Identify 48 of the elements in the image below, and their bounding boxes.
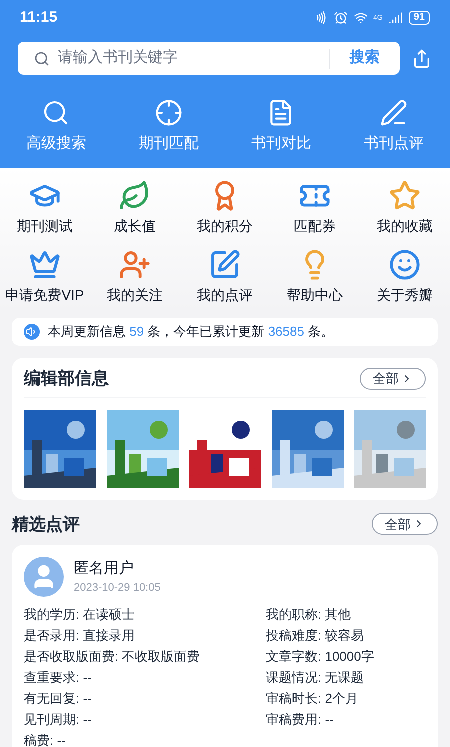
edit-icon xyxy=(209,248,241,280)
user-name: 匿名用户 xyxy=(74,558,135,578)
menu-item[interactable]: 我的点评 xyxy=(180,248,270,306)
share-icon[interactable] xyxy=(412,48,432,68)
review-field: 我的职称: 其他 xyxy=(266,605,426,624)
review-field: 是否收取版面费: 不收取版面费 xyxy=(24,647,266,666)
pencil-icon xyxy=(380,99,408,127)
star-icon xyxy=(389,180,421,212)
review-time: 2023-10-29 10:05 xyxy=(74,581,161,596)
menu-item[interactable]: 帮助中心 xyxy=(270,248,360,306)
menu-item[interactable]: 成长值 xyxy=(90,180,180,236)
target-icon xyxy=(154,99,183,127)
user-plus-icon xyxy=(119,248,151,280)
battery-indicator: 91 xyxy=(408,11,430,25)
crown-icon xyxy=(29,248,61,280)
review-field: 我的学历: 在读硕士 xyxy=(24,605,266,624)
search-icon xyxy=(34,50,50,66)
section-title: 精选点评 xyxy=(12,514,80,536)
menu-item[interactable]: 关于秀瓣 xyxy=(360,248,450,306)
review-field: 审稿费用: -- xyxy=(266,710,426,730)
menu-item[interactable]: 申请免费VIP xyxy=(0,248,90,306)
review-field: 文章字数: 10000字 xyxy=(266,647,426,666)
menu-item[interactable]: 匹配券 xyxy=(270,180,360,236)
speaker-icon xyxy=(24,324,40,340)
menu-item[interactable]: 期刊测试 xyxy=(0,180,90,236)
smiley-icon xyxy=(389,248,421,280)
all-button[interactable]: 全部 xyxy=(360,368,426,390)
status-time: 11:15 xyxy=(20,8,58,28)
review-field: 课题情况: 无课题 xyxy=(266,668,426,688)
menu-item[interactable]: 我的关注 xyxy=(90,248,180,306)
leaf-icon xyxy=(119,180,151,212)
all-button[interactable]: 全部 xyxy=(372,513,438,536)
notice-text: 本周更新信息 59 条，今年已累计更新 36585 条。 xyxy=(48,322,334,341)
wifi-icon xyxy=(354,11,368,25)
review-field: 投稿难度: 较容易 xyxy=(266,626,426,646)
menu-item[interactable]: 我的积分 xyxy=(180,180,270,236)
review-field: 是否录用: 直接录用 xyxy=(24,626,266,646)
review-field: 见刊周期: -- xyxy=(24,710,266,730)
review-field: 有无回复: -- xyxy=(24,689,266,708)
review-field: 审稿时长: 2个月 xyxy=(266,689,426,708)
review-field: 查重要求: -- xyxy=(24,668,266,688)
search-input[interactable]: 请输入书刊关键字 xyxy=(58,47,321,70)
search-icon xyxy=(42,99,70,127)
section-title: 编辑部信息 xyxy=(24,368,109,390)
review-field: 稿费: -- xyxy=(24,731,266,747)
menu-item[interactable]: 我的收藏 xyxy=(360,180,450,236)
signal-icon xyxy=(388,11,403,25)
alarm-icon xyxy=(334,11,348,25)
